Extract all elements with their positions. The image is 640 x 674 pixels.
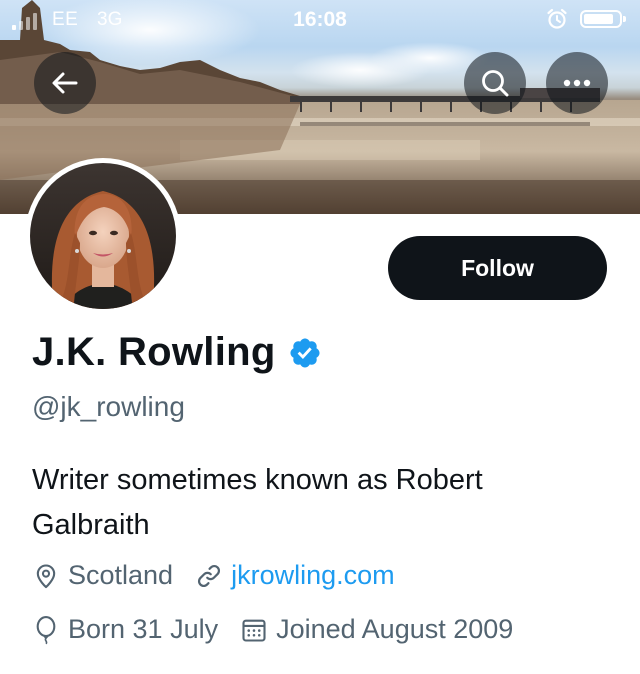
website-link[interactable]: jkrowling.com <box>195 560 395 591</box>
balloon-icon <box>36 615 56 644</box>
battery-icon <box>580 10 626 28</box>
follow-button[interactable]: Follow <box>388 236 607 300</box>
alarm-clock-icon <box>546 8 568 36</box>
link-icon <box>198 564 221 587</box>
birthday-item: Born 31 July <box>32 614 218 645</box>
location-item: Scotland <box>32 560 173 591</box>
search-icon <box>482 70 509 97</box>
display-name: J.K. Rowling <box>32 330 276 374</box>
joined-text: Joined August 2009 <box>276 614 514 644</box>
battery-cap <box>623 16 626 22</box>
verified-badge-icon <box>290 337 320 368</box>
profile-bio: Writer sometimes known as Robert Galbrai… <box>32 464 483 541</box>
battery-level <box>584 14 613 24</box>
more-horizontal-icon <box>563 79 591 87</box>
profile-name-row: J.K. Rowling <box>32 330 322 375</box>
search-button[interactable] <box>464 52 526 114</box>
joined-item: Joined August 2009 <box>240 614 513 645</box>
birthday-text: Born 31 July <box>68 614 219 644</box>
profile-meta-row-1: Scotland jkrowling.com <box>32 560 417 591</box>
avatar-photo <box>30 163 176 309</box>
location-text: Scotland <box>68 560 174 590</box>
calendar-icon <box>242 619 266 642</box>
status-time: 16:08 <box>293 8 347 31</box>
username-handle: @jk_rowling <box>32 391 185 422</box>
more-options-button[interactable] <box>546 52 608 114</box>
website-text[interactable]: jkrowling.com <box>231 560 395 591</box>
avatar[interactable] <box>25 158 181 314</box>
status-bar: EE 3G 16:08 <box>0 0 640 40</box>
arrow-left-icon <box>52 72 78 94</box>
back-button[interactable] <box>34 52 96 114</box>
profile-meta-row-2: Born 31 July Joined August 2009 <box>32 614 535 645</box>
location-pin-icon <box>36 564 56 588</box>
